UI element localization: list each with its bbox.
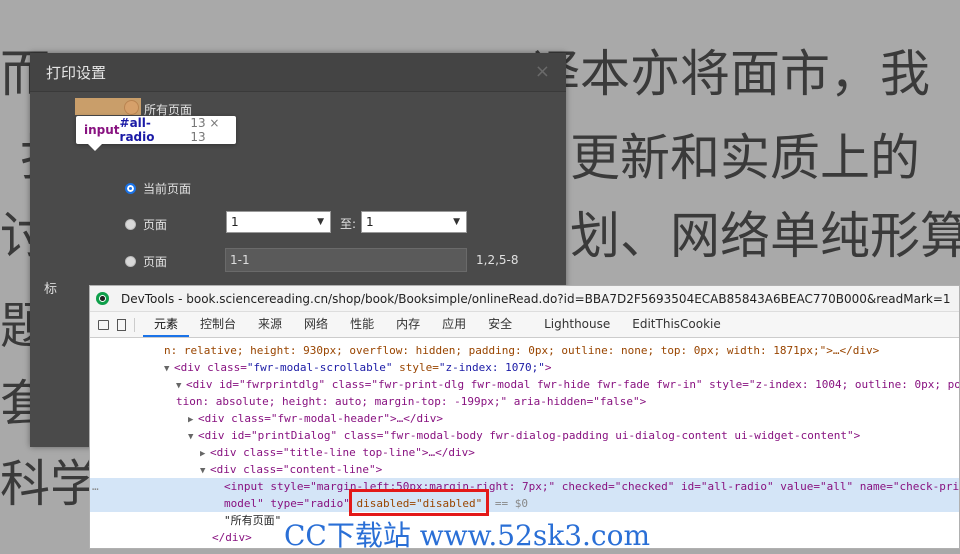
tab-elements[interactable]: 元素 <box>143 312 190 337</box>
tree-line[interactable]: ▼ <div id="fwrprintdlg" class="fwr-print-… <box>90 376 959 393</box>
dialog-side-label: 标 <box>44 282 58 297</box>
tab-console[interactable]: 控制台 <box>189 312 247 337</box>
tree-line-menu[interactable]: … <box>92 478 99 495</box>
custom-pages-radio[interactable] <box>125 255 136 267</box>
tree-line-text: <div class="content-line"> <box>210 463 383 476</box>
tree-line-text: "fwr-modal-scrollable" <box>246 361 393 374</box>
annotation-red-box <box>349 489 489 516</box>
tooltip-size: 13 × 13 <box>190 116 220 144</box>
devtools-title: DevTools - book.sciencereading.cn/shop/b… <box>121 291 951 306</box>
selected-tree-line[interactable]: model" type="radio" disabled="disabled" … <box>90 495 959 512</box>
tree-line[interactable]: ▼ <div id="printDialog" class="fwr-modal-… <box>90 427 959 444</box>
tree-line[interactable]: ▼ <div class="content-line"> <box>90 461 959 478</box>
custom-pages-option[interactable]: 页面 <box>125 250 167 272</box>
toolbar-divider <box>134 317 135 332</box>
custom-pages-label: 页面 <box>143 254 168 269</box>
chrome-icon <box>96 292 109 305</box>
tree-line-text: model" type="radio" <box>224 497 357 510</box>
range-from-value: 1 <box>231 215 239 229</box>
tooltip-id: #all-radio <box>119 116 155 144</box>
page-range-option[interactable]: 页面 <box>125 213 167 235</box>
current-page-radio[interactable] <box>125 182 136 194</box>
tree-line[interactable]: ▶ <div class="fwr-modal-header">…</div> <box>90 410 959 427</box>
tab-lighthouse[interactable]: Lighthouse <box>533 312 621 337</box>
tree-line-text: "z-index: 1070;" <box>438 361 545 374</box>
tab-application[interactable]: 应用 <box>431 312 477 337</box>
dialog-title: 打印设置 <box>46 64 107 82</box>
chevron-down-icon: ▼ <box>317 217 324 227</box>
tree-line-text: <input style="margin-left:50px;margin-ri… <box>224 480 960 493</box>
page-range-radio[interactable] <box>125 218 136 230</box>
devtools-window: DevTools - book.sciencereading.cn/shop/b… <box>89 285 960 549</box>
close-icon[interactable]: × <box>535 61 550 82</box>
tree-line-text: > <box>544 361 552 374</box>
tree-line-text: style= <box>392 361 439 374</box>
current-page-option[interactable]: 当前页面 <box>125 177 191 199</box>
tree-line-text: <div class= <box>174 361 247 374</box>
devtools-titlebar: DevTools - book.sciencereading.cn/shop/b… <box>90 286 959 312</box>
current-page-label: 当前页面 <box>143 181 192 196</box>
tree-line[interactable]: ▼ <div class="fwr-modal-scrollable" style… <box>90 359 959 376</box>
tree-line[interactable]: n: relative; height: 930px; overflow: hi… <box>90 342 959 359</box>
tree-line-text: <div class="title-line top-line">…</div> <box>210 446 475 459</box>
all-pages-radio[interactable] <box>125 101 138 114</box>
tree-line-text: <div class="fwr-modal-header">…</div> <box>198 412 444 425</box>
tab-editthiscookie[interactable]: EditThisCookie <box>621 312 732 337</box>
watermark: CC下载站 www.52sk3.com <box>284 519 650 552</box>
tree-line-text: tion: absolute; height: auto; margin-top… <box>176 395 647 408</box>
tree-line-text: <div id="fwrprintdlg" class="fwr-print-d… <box>186 378 960 391</box>
device-toolbar-icon[interactable] <box>117 318 126 331</box>
page-range-label: 页面 <box>143 217 168 232</box>
tree-line-text: </div> <box>212 531 252 544</box>
chevron-down-icon: ▼ <box>453 217 460 227</box>
console-ref-label: == $0 <box>494 497 529 510</box>
range-from-select[interactable]: 1 ▼ <box>226 211 331 233</box>
tree-line-text: <div id="printDialog" class="fwr-modal-b… <box>198 429 861 442</box>
all-pages-label: 所有页面 <box>144 102 193 117</box>
tab-security[interactable]: 安全 <box>477 312 523 337</box>
inspect-element-icon[interactable] <box>98 319 109 330</box>
tab-performance[interactable]: 性能 <box>339 312 385 337</box>
tab-network[interactable]: 网络 <box>293 312 339 337</box>
tree-line[interactable]: ▶ <div class="title-line top-line">…</div… <box>90 444 959 461</box>
tree-line: tion: absolute; height: auto; margin-top… <box>90 393 959 410</box>
tree-line-text: "所有页面" <box>224 514 282 527</box>
tab-sources[interactable]: 来源 <box>247 312 293 337</box>
devtools-tabbar: 元素 控制台 来源 网络 性能 内存 应用 安全 Lighthouse Edit… <box>90 312 959 338</box>
custom-pages-input[interactable]: 1-1 <box>225 248 467 272</box>
tree-line-text: n: relative; height: 930px; overflow: hi… <box>164 344 880 357</box>
custom-pages-hint: 1,2,5-8 <box>476 253 519 267</box>
inspector-tooltip: input #all-radio 13 × 13 <box>76 116 236 151</box>
selected-tree-line[interactable]: … <input style="margin-left:50px;margin-… <box>90 478 959 495</box>
range-to-label: 至: <box>340 217 357 231</box>
range-to-value: 1 <box>366 215 374 229</box>
tooltip-tag: input <box>84 123 120 137</box>
tab-memory[interactable]: 内存 <box>385 312 431 337</box>
range-to-select[interactable]: 1 ▼ <box>361 211 467 233</box>
dialog-header: 打印设置 × <box>30 53 566 92</box>
